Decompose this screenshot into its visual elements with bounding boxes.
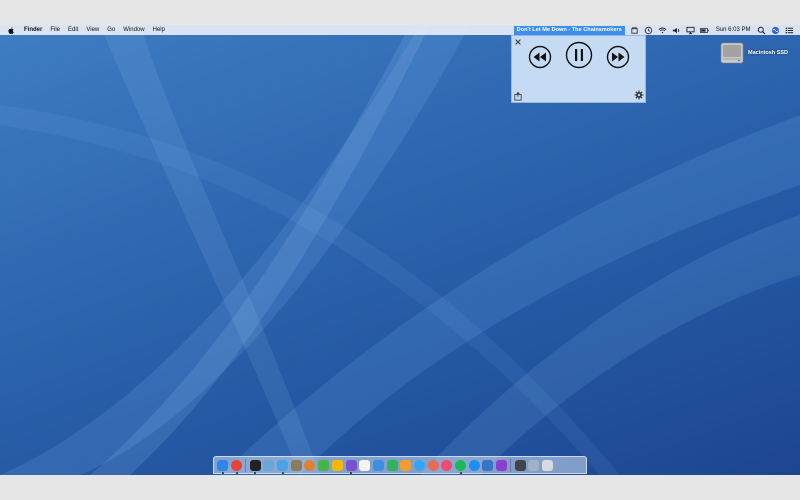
dock-preview-icon[interactable] — [263, 459, 275, 471]
airplay-icon[interactable] — [686, 26, 695, 35]
running-indicator — [350, 471, 353, 474]
dock-separator — [510, 458, 512, 472]
hard-drive-icon[interactable] — [720, 41, 744, 65]
dock-screens-icon[interactable] — [514, 459, 526, 471]
dock — [213, 456, 587, 474]
menu-edit[interactable]: Edit — [64, 25, 82, 35]
dock-tasks-icon[interactable] — [345, 459, 357, 474]
volume-icon[interactable] — [672, 26, 681, 35]
menu-app-name[interactable]: Finder — [20, 25, 46, 35]
running-indicator — [221, 471, 224, 474]
dock-messages-icon[interactable] — [413, 459, 425, 471]
dock-spotify-icon[interactable] — [455, 459, 467, 474]
dock-leaf-icon[interactable] — [318, 459, 330, 471]
menu-help[interactable]: Help — [149, 25, 169, 35]
now-playing-menu[interactable]: Don't Let Me Down - The Chainsmokers — [513, 25, 625, 35]
dock-music-icon[interactable] — [441, 459, 453, 471]
music-control-popover — [511, 35, 646, 103]
menu-file[interactable]: File — [46, 25, 64, 35]
apple-menu-icon[interactable] — [8, 26, 14, 34]
dock-appstore-icon[interactable] — [468, 459, 480, 471]
dock-archive-icon[interactable] — [290, 459, 302, 471]
share-icon[interactable] — [514, 92, 522, 101]
dock-cleaner-icon[interactable] — [277, 459, 289, 474]
dock-keynote-icon[interactable] — [372, 459, 384, 471]
running-indicator — [254, 471, 257, 474]
dock-photos-icon[interactable] — [427, 459, 439, 471]
dock-sketch-icon[interactable] — [331, 459, 343, 471]
dock-podcast-icon[interactable] — [496, 459, 508, 471]
menu-go[interactable]: Go — [103, 25, 119, 35]
dock-folder-icon[interactable] — [528, 459, 540, 471]
dock-separator — [245, 458, 247, 472]
search-icon[interactable] — [757, 26, 766, 35]
dock-numbers-icon[interactable] — [386, 459, 398, 471]
rewind-button[interactable] — [528, 45, 552, 69]
wifi-icon[interactable] — [658, 26, 667, 35]
wallpaper — [0, 25, 800, 475]
menu-clock[interactable]: Sun 6:03 PM — [716, 27, 751, 33]
dock-chrome-icon[interactable] — [231, 459, 243, 474]
time-machine-icon[interactable] — [644, 26, 653, 35]
notification-center-icon[interactable] — [785, 26, 794, 35]
menu-extra-icon[interactable] — [630, 26, 639, 35]
pause-button[interactable] — [565, 41, 593, 69]
settings-gear-icon[interactable] — [634, 90, 644, 100]
running-indicator — [459, 471, 462, 474]
desktop: Finder File Edit View Go Window Help Don… — [0, 25, 800, 475]
dock-terminal-icon[interactable] — [249, 459, 261, 474]
running-indicator — [235, 471, 238, 474]
running-indicator — [281, 471, 284, 474]
dock-finder-icon[interactable] — [217, 459, 229, 474]
menu-view[interactable]: View — [82, 25, 103, 35]
battery-icon[interactable] — [700, 26, 709, 35]
dock-calendar-icon[interactable] — [359, 459, 371, 471]
siri-icon[interactable] — [771, 26, 780, 35]
dock-burn-icon[interactable] — [304, 459, 316, 471]
dock-trash-icon[interactable] — [542, 459, 554, 471]
close-icon[interactable] — [514, 38, 522, 46]
desktop-drive[interactable]: Macintosh SSD — [717, 41, 800, 93]
dock-textedit-icon[interactable] — [482, 459, 494, 471]
fast-forward-button[interactable] — [606, 45, 630, 69]
menu-bar: Finder File Edit View Go Window Help Don… — [0, 25, 800, 35]
dock-pages-icon[interactable] — [400, 459, 412, 471]
drive-label: Macintosh SSD — [748, 50, 789, 56]
menu-window[interactable]: Window — [119, 25, 148, 35]
